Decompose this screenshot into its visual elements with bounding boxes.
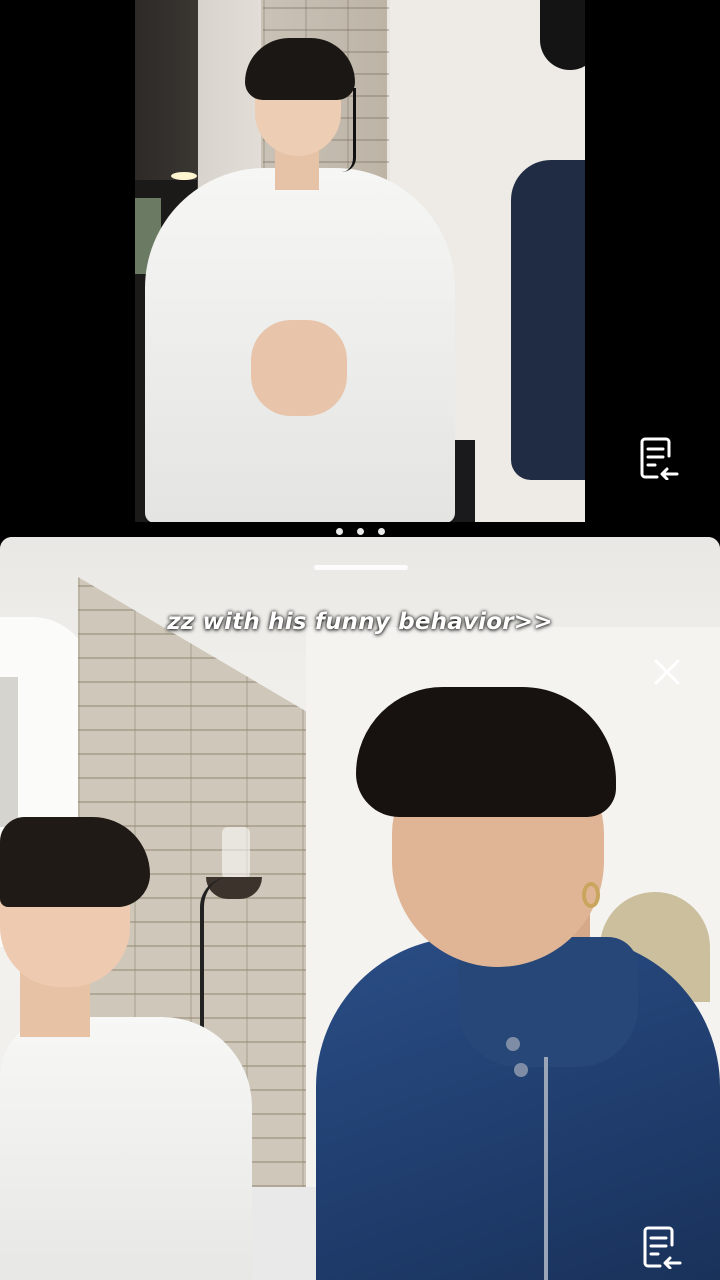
jacket-zipper: [544, 1057, 548, 1280]
white-chair: [240, 1187, 320, 1280]
doorway-shadow: [0, 677, 18, 827]
candle-holder: [222, 827, 250, 879]
close-icon[interactable]: [652, 657, 682, 687]
left-person-hair: [0, 817, 150, 907]
jacket-button: [514, 1063, 528, 1077]
earring: [582, 882, 600, 908]
video-caption: zz with his funny behavior>>: [167, 609, 553, 635]
left-person-white-shirt: [0, 1017, 252, 1280]
page-dot: [377, 527, 385, 535]
drag-handle[interactable]: [314, 565, 408, 570]
page-indicator[interactable]: [326, 526, 394, 536]
right-person-hair: [356, 687, 616, 817]
page-dot: [356, 527, 364, 535]
second-person-jacket: [511, 160, 585, 480]
top-video-panel: [0, 0, 720, 525]
bottom-video-panel[interactable]: zz with his funny behavior>>: [0, 537, 720, 1280]
second-person-hair: [540, 0, 585, 70]
ceiling-lamp: [171, 172, 197, 180]
top-video-frame[interactable]: [135, 0, 585, 522]
document-back-arrow-icon[interactable]: [642, 1225, 682, 1270]
jacket-button: [506, 1037, 520, 1051]
document-back-arrow-icon[interactable]: [639, 436, 679, 481]
person-hair: [245, 38, 355, 100]
person-hands: [251, 320, 347, 416]
earphone-wire: [342, 88, 356, 172]
page-dot: [335, 527, 343, 535]
